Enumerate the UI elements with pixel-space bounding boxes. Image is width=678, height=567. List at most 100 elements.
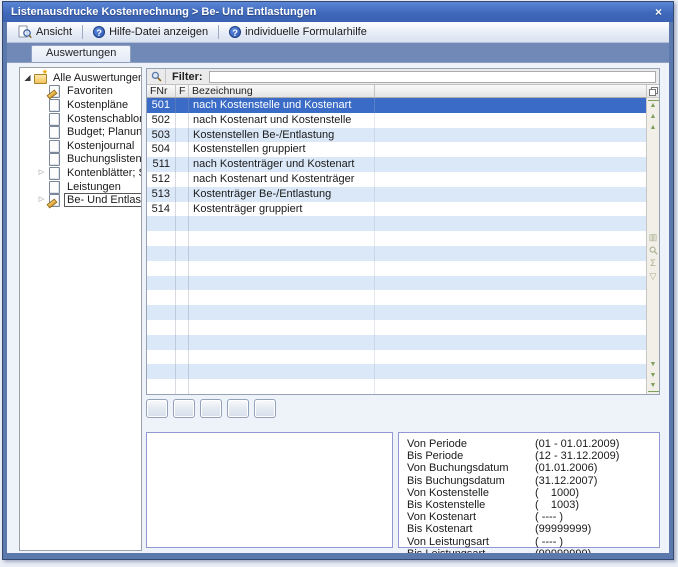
tree-item[interactable]: Budget; Planung; Prognose (20, 125, 141, 139)
parameter-label: Von Periode (407, 438, 535, 450)
table-row[interactable]: 514 Kostenträger gruppiert (147, 202, 646, 217)
parameter-label: Bis Buchungsdatum (407, 475, 535, 487)
column-header-f[interactable]: F (176, 85, 189, 98)
scroll-page-down-icon[interactable]: ▼ (648, 370, 659, 381)
action-button[interactable] (146, 399, 168, 418)
search-icon[interactable] (648, 244, 659, 257)
cell-bezeichnung (189, 261, 375, 276)
tree-item-label: Buchungslisten (64, 152, 142, 166)
cell-fnr (147, 290, 176, 305)
column-header-empty (375, 85, 646, 98)
table-row[interactable]: 504 Kostenstellen gruppiert (147, 142, 646, 157)
cell-empty (375, 335, 646, 350)
grid-rows: 501 nach Kostenstelle und Kostenart 502 … (147, 98, 646, 394)
table-row[interactable]: 502 nach Kostenart und Kostenstelle (147, 113, 646, 128)
scroll-first-icon[interactable]: ▲ (648, 100, 659, 111)
table-row[interactable]: 513 Kostenträger Be-/Entlastung (147, 187, 646, 202)
table-row[interactable]: 512 nach Kostenart und Kostenträger (147, 172, 646, 187)
action-button[interactable] (227, 399, 249, 418)
cell-empty (375, 290, 646, 305)
table-row[interactable] (147, 364, 646, 379)
tree-item-icon (47, 140, 60, 152)
column-header-fnr[interactable]: FNr (147, 85, 176, 98)
table-row[interactable] (147, 305, 646, 320)
tree-item[interactable]: ▷ Kontenblätter; Saldenlisten (20, 166, 141, 180)
parameter-value: (01 - 01.01.2009) (535, 438, 619, 450)
parameter-label: Von Buchungsdatum (407, 462, 535, 474)
tree-item[interactable]: Favoriten (20, 85, 141, 99)
tree-expander-icon[interactable]: ◢ (22, 72, 33, 84)
cell-empty (375, 98, 646, 113)
table-row[interactable]: 503 Kostenstellen Be-/Entlastung (147, 128, 646, 143)
parameter-value: (31.12.2007) (535, 475, 597, 487)
ansicht-label: Ansicht (36, 26, 72, 38)
sum-icon[interactable]: Σ (648, 257, 659, 270)
cell-empty (375, 261, 646, 276)
table-row[interactable]: 501 nach Kostenstelle und Kostenart (147, 98, 646, 113)
cell-empty (375, 305, 646, 320)
cell-bezeichnung (189, 379, 375, 394)
table-row[interactable] (147, 261, 646, 276)
results-grid: FNr F Bezeichnung 501 nach Kostenstelle … (147, 85, 659, 394)
grid-side-toolbar: ▲ ▲ ▲ ▥ Σ ▽ (646, 85, 659, 394)
cell-empty (375, 157, 646, 172)
cell-fnr: 512 (147, 172, 176, 187)
table-row[interactable] (147, 290, 646, 305)
tree-item[interactable]: Buchungslisten (20, 153, 141, 167)
toolbar-separator (82, 25, 83, 39)
tree-item[interactable]: Kostenpläne (20, 98, 141, 112)
cell-fnr (147, 364, 176, 379)
cell-empty (375, 128, 646, 143)
formularhilfe-button[interactable]: ? individuelle Formularhilfe (222, 24, 374, 40)
cell-bezeichnung (189, 335, 375, 350)
tree-item[interactable]: ◢ Alle Auswertungen (20, 71, 141, 85)
filter-input[interactable] (209, 71, 656, 83)
table-row[interactable] (147, 320, 646, 335)
cell-fnr (147, 231, 176, 246)
tab-auswertungen[interactable]: Auswertungen (31, 45, 131, 62)
scroll-last-icon[interactable]: ▼ (648, 381, 659, 392)
scroll-page-up-icon[interactable]: ▲ (648, 111, 659, 122)
cell-bezeichnung (189, 246, 375, 261)
tree-item[interactable]: Kostenjournal (20, 139, 141, 153)
filter-label: Filter: (172, 71, 203, 83)
parameter-label: Von Leistungsart (407, 536, 535, 548)
action-button[interactable] (173, 399, 195, 418)
cell-f (176, 350, 189, 365)
table-row[interactable] (147, 335, 646, 350)
ansicht-button[interactable]: Ansicht (11, 23, 79, 41)
table-row[interactable] (147, 246, 646, 261)
action-button[interactable] (200, 399, 222, 418)
tree-item[interactable]: Leistungen (20, 180, 141, 194)
table-row[interactable] (147, 216, 646, 231)
content-area: ◢ Alle Auswertungen Favoriten Kostenplän… (7, 63, 669, 553)
cell-bezeichnung (189, 305, 375, 320)
close-icon[interactable]: × (652, 5, 665, 19)
filter-funnel-icon[interactable]: ▽ (648, 270, 659, 283)
column-header-bezeichnung[interactable]: Bezeichnung (189, 85, 375, 98)
scroll-down-icon[interactable]: ▼ (648, 359, 659, 370)
hilfe-datei-button[interactable]: ? Hilfe-Datei anzeigen (86, 24, 215, 40)
table-row[interactable] (147, 350, 646, 365)
copy-icon[interactable] (647, 85, 659, 98)
cell-bezeichnung: nach Kostenstelle und Kostenart (189, 98, 375, 113)
table-row[interactable]: 511 nach Kostenträger und Kostenart (147, 157, 646, 172)
search-icon[interactable] (147, 69, 166, 84)
table-row[interactable] (147, 379, 646, 394)
tree-item-icon (47, 126, 60, 138)
action-button[interactable] (254, 399, 276, 418)
columns-icon[interactable]: ▥ (648, 231, 659, 244)
tree-item[interactable]: Kostenschablonen (20, 112, 141, 126)
tree-item-icon (47, 194, 60, 206)
tree-item-icon (47, 99, 60, 111)
table-row[interactable] (147, 231, 646, 246)
tree-expander-icon[interactable]: ▷ (36, 167, 47, 179)
cell-f (176, 128, 189, 143)
cell-fnr: 514 (147, 202, 176, 217)
cell-fnr (147, 246, 176, 261)
scroll-up-icon[interactable]: ▲ (648, 122, 659, 133)
tree-item-label: Kostenschablonen (64, 112, 142, 126)
tree-item[interactable]: ▷ Be- Und Entlastungen (20, 193, 141, 207)
parameter-label: Bis Kostenstelle (407, 499, 535, 511)
table-row[interactable] (147, 276, 646, 291)
